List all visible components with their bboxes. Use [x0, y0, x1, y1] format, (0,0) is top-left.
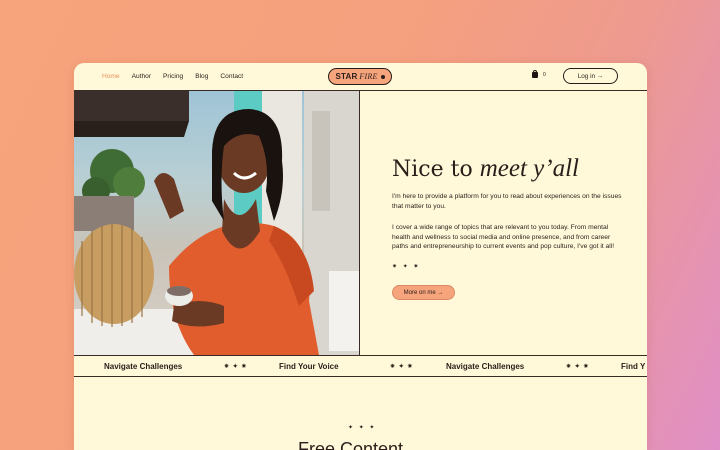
marquee-ticker: Navigate Challenges ✷ ✦ ✷ Find Your Voic…	[74, 355, 647, 377]
hero-section: Nice to meet y’all I'm here to provide a…	[74, 91, 647, 355]
cart-count: 0	[543, 72, 546, 78]
ticker-separator-icon: ✷ ✦ ✷	[224, 364, 248, 370]
free-content-title: Free Content	[298, 439, 404, 450]
nav-link-author[interactable]: Author	[132, 73, 151, 80]
nav-link-home[interactable]: Home	[102, 73, 120, 80]
author-photo-illustration	[74, 91, 359, 355]
website-window: Home Author Pricing Blog Contact STAR FIR…	[74, 63, 647, 450]
logo-dot-icon	[380, 74, 385, 79]
ticker-item: Find Your Voice	[279, 362, 339, 371]
ticker-item: Find Y	[621, 362, 646, 371]
nav-link-contact[interactable]: Contact	[220, 73, 243, 80]
intro-paragraph: I'm here to provide a platform for you t…	[392, 193, 622, 210]
section-stars-icon: ✦ ✦ ✦	[348, 425, 377, 431]
nav-link-blog[interactable]: Blog	[195, 73, 208, 80]
site-logo[interactable]: STAR FIRE	[328, 68, 392, 85]
nav-link-pricing[interactable]: Pricing	[163, 73, 183, 80]
ticker-item: Navigate Challenges	[446, 362, 525, 371]
logo-text-fire: FIRE	[359, 72, 378, 81]
decorative-stars-icon: ✷ ✦ ✷	[392, 264, 421, 270]
headline-italic: meet y’all	[479, 155, 579, 182]
hero-text-block: Nice to meet y’all I'm here to provide a…	[392, 91, 632, 355]
ticker-separator-icon: ✷ ✦ ✷	[566, 364, 590, 370]
login-button[interactable]: Log in →	[563, 68, 618, 84]
headline-plain: Nice to	[392, 157, 480, 182]
ticker-separator-icon: ✷ ✦ ✷	[390, 364, 414, 370]
nav-links: Home Author Pricing Blog Contact	[74, 73, 243, 80]
logo-text-star: STAR	[335, 72, 358, 81]
ticker-item: Navigate Challenges	[104, 362, 183, 371]
hero-headline: Nice to meet y’all	[392, 155, 579, 183]
shopping-bag-icon	[532, 69, 538, 78]
cart-button[interactable]: 0	[532, 69, 546, 78]
author-photo	[74, 91, 360, 355]
more-on-me-button[interactable]: More on me →	[392, 285, 455, 300]
topics-paragraph: I cover a wide range of topics that are …	[392, 224, 615, 251]
top-navigation: Home Author Pricing Blog Contact STAR FIR…	[74, 63, 647, 91]
